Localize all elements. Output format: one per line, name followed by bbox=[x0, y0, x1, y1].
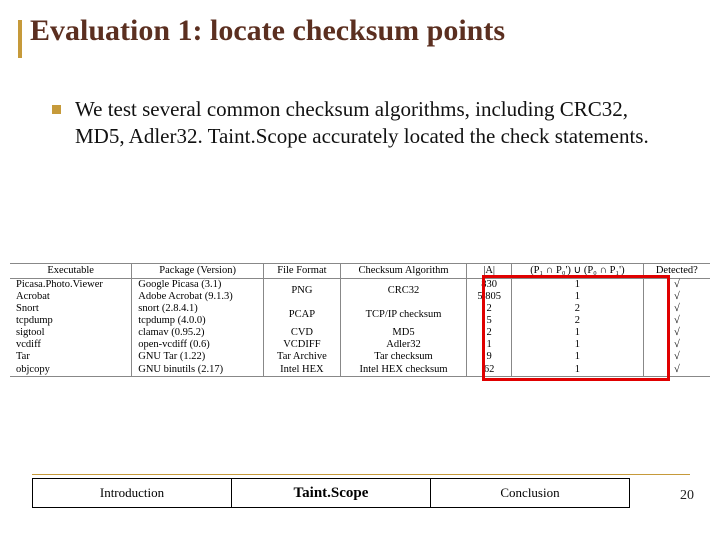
cell-pkg: GNU binutils (2.17) bbox=[132, 364, 264, 377]
cell-fmt: PNG bbox=[263, 279, 340, 304]
footer-label: Conclusion bbox=[500, 485, 559, 501]
cell-a: 62 bbox=[467, 364, 512, 377]
cell-p: 1 bbox=[512, 351, 644, 363]
cell-exe: Snort bbox=[10, 303, 132, 315]
table-row: Picasa.Photo.Viewer Google Picasa (3.1) … bbox=[10, 279, 710, 292]
col-format: File Format bbox=[263, 264, 340, 279]
cell-a: 2 bbox=[467, 303, 512, 315]
page-number: 20 bbox=[680, 488, 694, 504]
bullet-block: We test several common checksum algorith… bbox=[52, 96, 702, 150]
col-executable: Executable bbox=[10, 264, 132, 279]
cell-pkg: Adobe Acrobat (9.1.3) bbox=[132, 291, 264, 303]
cell-p: 1 bbox=[512, 339, 644, 351]
cell-exe: vcdiff bbox=[10, 339, 132, 351]
cell-d: √ bbox=[643, 315, 710, 327]
cell-alg: Tar checksum bbox=[340, 351, 466, 363]
cell-alg: Adler32 bbox=[340, 339, 466, 351]
footer-nav: Introduction Taint.Scope Conclusion bbox=[32, 478, 630, 508]
cell-a: 830 bbox=[467, 279, 512, 292]
cell-exe: sigtool bbox=[10, 327, 132, 339]
table-header-row: Executable Package (Version) File Format… bbox=[10, 264, 710, 279]
bullet-text: We test several common checksum algorith… bbox=[75, 96, 666, 150]
cell-p: 2 bbox=[512, 303, 644, 315]
cell-pkg: GNU Tar (1.22) bbox=[132, 351, 264, 363]
col-detected: Detected? bbox=[643, 264, 710, 279]
cell-fmt: VCDIFF bbox=[263, 339, 340, 351]
bullet-square-icon bbox=[52, 105, 61, 114]
col-p: (P₁ ∩ P₀') ∪ (P₀ ∩ P₁') bbox=[512, 264, 644, 279]
cell-d: √ bbox=[643, 364, 710, 377]
title-block: Evaluation 1: locate checksum points bbox=[18, 14, 702, 58]
cell-d: √ bbox=[643, 327, 710, 339]
bullet-item: We test several common checksum algorith… bbox=[52, 96, 666, 150]
cell-a: 5 bbox=[467, 315, 512, 327]
table-row: objcopy GNU binutils (2.17) Intel HEX In… bbox=[10, 364, 710, 377]
cell-alg: CRC32 bbox=[340, 279, 466, 304]
cell-a: 5,805 bbox=[467, 291, 512, 303]
footer-label: Taint.Scope bbox=[294, 485, 369, 502]
footer-tab-introduction[interactable]: Introduction bbox=[32, 478, 232, 508]
cell-a: 9 bbox=[467, 351, 512, 363]
slide: Evaluation 1: locate checksum points We … bbox=[0, 0, 720, 540]
evaluation-table: Executable Package (Version) File Format… bbox=[10, 263, 710, 377]
table-row: sigtool clamav (0.95.2) CVD MD5 2 1 √ bbox=[10, 327, 710, 339]
cell-alg: TCP/IP checksum bbox=[340, 303, 466, 327]
col-a: |A| bbox=[467, 264, 512, 279]
footer-divider bbox=[32, 474, 690, 475]
cell-pkg: clamav (0.95.2) bbox=[132, 327, 264, 339]
cell-exe: tcpdump bbox=[10, 315, 132, 327]
table-row: Snort snort (2.8.4.1) PCAP TCP/IP checks… bbox=[10, 303, 710, 315]
cell-pkg: snort (2.8.4.1) bbox=[132, 303, 264, 315]
cell-d: √ bbox=[643, 279, 710, 292]
cell-d: √ bbox=[643, 303, 710, 315]
cell-p: 1 bbox=[512, 364, 644, 377]
col-package: Package (Version) bbox=[132, 264, 264, 279]
table-row: Tar GNU Tar (1.22) Tar Archive Tar check… bbox=[10, 351, 710, 363]
cell-pkg: Google Picasa (3.1) bbox=[132, 279, 264, 292]
table-row: vcdiff open-vcdiff (0.6) VCDIFF Adler32 … bbox=[10, 339, 710, 351]
cell-p: 1 bbox=[512, 291, 644, 303]
footer-label: Introduction bbox=[100, 485, 164, 501]
title-accent-bar bbox=[18, 20, 22, 58]
cell-exe: objcopy bbox=[10, 364, 132, 377]
cell-p: 1 bbox=[512, 327, 644, 339]
cell-fmt: PCAP bbox=[263, 303, 340, 327]
cell-a: 2 bbox=[467, 327, 512, 339]
cell-fmt: Tar Archive bbox=[263, 351, 340, 363]
footer-tab-conclusion[interactable]: Conclusion bbox=[431, 478, 630, 508]
cell-d: √ bbox=[643, 339, 710, 351]
cell-fmt: CVD bbox=[263, 327, 340, 339]
cell-a: 1 bbox=[467, 339, 512, 351]
cell-pkg: tcpdump (4.0.0) bbox=[132, 315, 264, 327]
cell-alg: Intel HEX checksum bbox=[340, 364, 466, 377]
slide-title: Evaluation 1: locate checksum points bbox=[30, 14, 505, 49]
cell-alg: MD5 bbox=[340, 327, 466, 339]
cell-d: √ bbox=[643, 291, 710, 303]
cell-p: 2 bbox=[512, 315, 644, 327]
cell-fmt: Intel HEX bbox=[263, 364, 340, 377]
cell-exe: Acrobat bbox=[10, 291, 132, 303]
footer-items: Introduction Taint.Scope Conclusion bbox=[32, 478, 630, 508]
cell-p: 1 bbox=[512, 279, 644, 292]
cell-d: √ bbox=[643, 351, 710, 363]
footer-tab-taintscope[interactable]: Taint.Scope bbox=[232, 478, 431, 508]
cell-exe: Picasa.Photo.Viewer bbox=[10, 279, 132, 292]
col-algorithm: Checksum Algorithm bbox=[340, 264, 466, 279]
cell-pkg: open-vcdiff (0.6) bbox=[132, 339, 264, 351]
cell-exe: Tar bbox=[10, 351, 132, 363]
evaluation-table-wrap: Executable Package (Version) File Format… bbox=[10, 263, 710, 377]
